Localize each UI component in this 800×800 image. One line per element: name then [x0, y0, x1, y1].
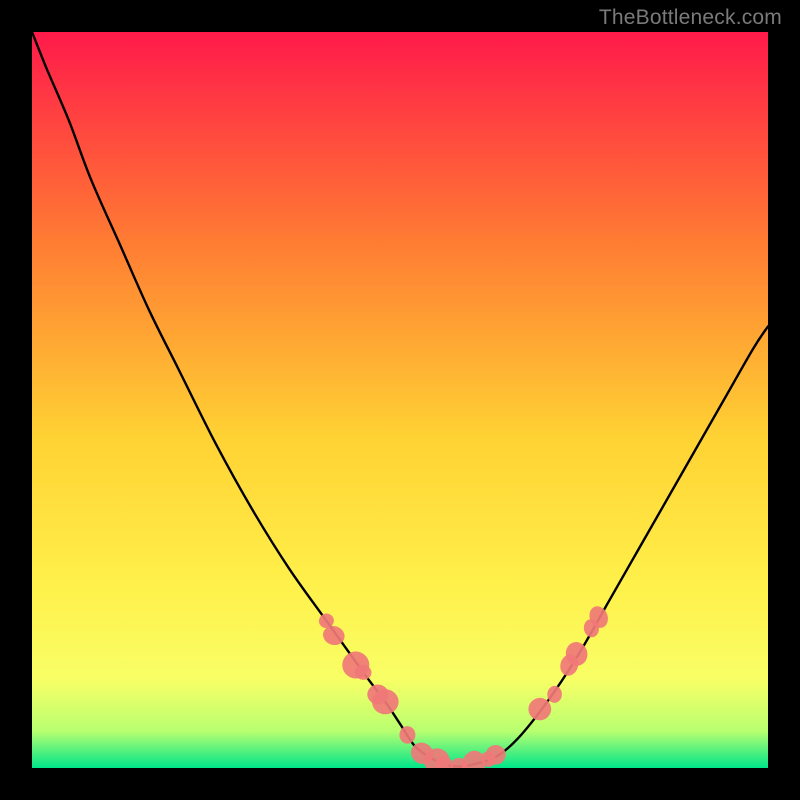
watermark-text: TheBottleneck.com	[599, 6, 782, 30]
chart-svg	[32, 32, 768, 768]
chart-plot-area	[32, 32, 768, 768]
chart-background	[32, 32, 768, 768]
